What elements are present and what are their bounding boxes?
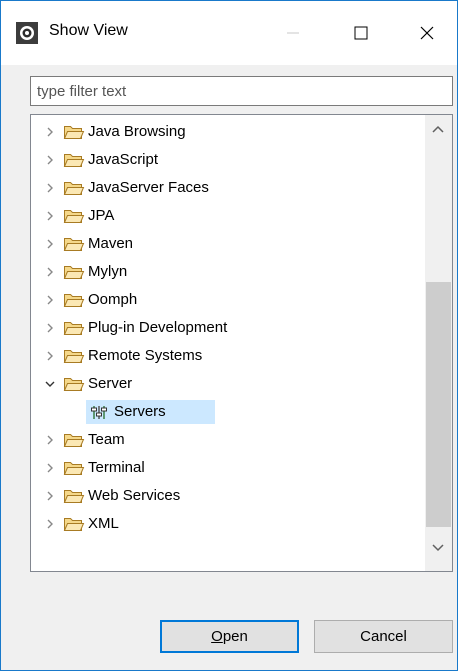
chevron-right-icon[interactable] xyxy=(45,127,55,137)
folder-icon xyxy=(63,518,85,531)
tree-item-label: Servers xyxy=(114,403,166,420)
folder-icon xyxy=(63,294,85,307)
tree-category-item[interactable]: Remote Systems xyxy=(31,344,426,368)
tree-category-item[interactable]: Mylyn xyxy=(31,260,426,284)
tree-category-item[interactable]: Team xyxy=(31,428,426,452)
cancel-button[interactable]: Cancel xyxy=(314,620,453,653)
tree-item-label: JPA xyxy=(88,207,115,224)
servers-icon xyxy=(91,406,107,419)
open-mnemonic: O xyxy=(211,628,223,645)
tree-category-item[interactable]: Maven xyxy=(31,232,426,256)
chevron-right-icon[interactable] xyxy=(45,323,55,333)
chevron-right-icon[interactable] xyxy=(45,463,55,473)
cancel-label: Cancel xyxy=(360,628,407,645)
chevron-right-icon[interactable] xyxy=(45,211,55,221)
title-bar[interactable]: Show View xyxy=(1,1,457,65)
chevron-right-icon[interactable] xyxy=(45,183,55,193)
chevron-right-icon[interactable] xyxy=(45,239,55,249)
filter-input[interactable] xyxy=(30,76,453,106)
folder-icon xyxy=(63,154,85,167)
view-tree[interactable]: Java Browsing JavaScript JavaServer Faces J… xyxy=(30,114,453,572)
close-button[interactable] xyxy=(393,1,457,65)
tree-item-label: Server xyxy=(88,375,133,392)
chevron-right-icon[interactable] xyxy=(45,351,55,361)
folder-icon xyxy=(63,210,85,223)
scroll-down-icon[interactable] xyxy=(432,543,444,553)
folder-icon xyxy=(63,378,85,391)
tree-item-label: Mylyn xyxy=(88,263,128,280)
chevron-down-icon[interactable] xyxy=(45,379,55,389)
tree-item-label: Team xyxy=(88,431,125,448)
open-button[interactable]: Open xyxy=(160,620,299,653)
scrollbar-thumb[interactable] xyxy=(426,282,451,527)
tree-item-label: JavaServer Faces xyxy=(88,179,209,196)
tree-category-item[interactable]: Terminal xyxy=(31,456,426,480)
tree-category-item[interactable]: Web Services xyxy=(31,484,426,508)
folder-icon xyxy=(63,126,85,139)
tree-item-label: Oomph xyxy=(88,291,138,308)
folder-icon xyxy=(63,490,85,503)
tree-item-label: Java Browsing xyxy=(88,123,186,140)
folder-icon xyxy=(63,238,85,251)
scroll-up-icon[interactable] xyxy=(432,124,444,134)
maximize-button[interactable] xyxy=(327,1,395,65)
folder-icon xyxy=(63,266,85,279)
chevron-right-icon[interactable] xyxy=(45,267,55,277)
tree-category-item[interactable]: Java Browsing xyxy=(31,120,426,144)
tree-item-label: Plug-in Development xyxy=(88,319,228,336)
tree-item-label: Maven xyxy=(88,235,134,252)
minimize-icon xyxy=(287,32,299,34)
folder-icon xyxy=(63,350,85,363)
tree-category-item[interactable]: JPA xyxy=(31,204,426,228)
show-view-dialog: Show View Java xyxy=(0,0,458,671)
tree-category-item[interactable]: JavaServer Faces xyxy=(31,176,426,200)
close-icon xyxy=(420,26,434,40)
folder-icon xyxy=(63,182,85,195)
vertical-scrollbar[interactable] xyxy=(425,115,452,571)
chevron-right-icon[interactable] xyxy=(45,491,55,501)
chevron-right-icon[interactable] xyxy=(45,435,55,445)
tree-category-item[interactable]: Server xyxy=(31,372,426,396)
tree-item-label: Terminal xyxy=(88,459,145,476)
tree-leaf-item[interactable]: Servers xyxy=(31,400,426,424)
eclipse-icon xyxy=(16,22,38,44)
window-title: Show View xyxy=(49,22,128,39)
folder-icon xyxy=(63,462,85,475)
folder-icon xyxy=(63,434,85,447)
chevron-right-icon[interactable] xyxy=(45,519,55,529)
tree-category-item[interactable]: Plug-in Development xyxy=(31,316,426,340)
tree-category-item[interactable]: Oomph xyxy=(31,288,426,312)
chevron-right-icon[interactable] xyxy=(45,155,55,165)
tree-item-label: Remote Systems xyxy=(88,347,203,364)
tree-category-item[interactable]: JavaScript xyxy=(31,148,426,172)
tree-item-label: XML xyxy=(88,515,119,532)
tree-item-label: Web Services xyxy=(88,487,181,504)
tree-item-label: JavaScript xyxy=(88,151,159,168)
open-label: pen xyxy=(222,628,248,645)
folder-icon xyxy=(63,322,85,335)
tree-category-item[interactable]: XML xyxy=(31,512,426,536)
maximize-icon xyxy=(354,26,368,40)
minimize-button xyxy=(259,1,327,65)
chevron-right-icon[interactable] xyxy=(45,295,55,305)
